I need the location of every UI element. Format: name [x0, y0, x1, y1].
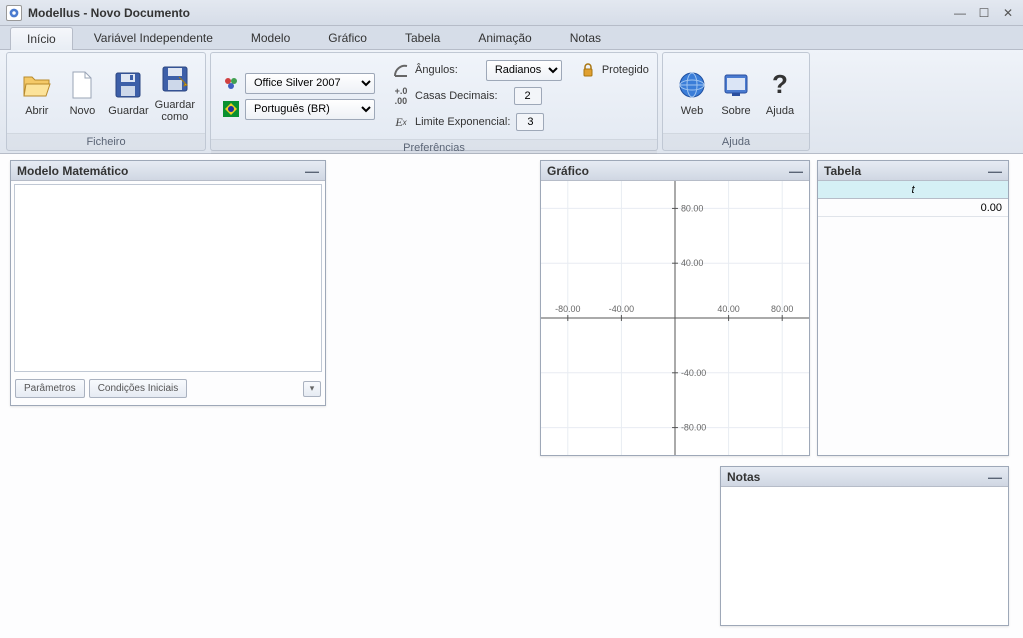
panel-modelo-matematico: Modelo Matemático — Parâmetros Condições… [10, 160, 326, 406]
limite-exponencial-label: Limite Exponencial: [415, 116, 510, 128]
save-as-icon [159, 63, 191, 95]
tab-modelo[interactable]: Modelo [234, 26, 307, 49]
panel-header-notas[interactable]: Notas — [721, 467, 1008, 487]
sobre-label: Sobre [721, 105, 750, 117]
tab-variavel-independente[interactable]: Variável Independente [77, 26, 230, 49]
guardar-como-label: Guardar como [155, 99, 195, 123]
folder-open-icon [21, 69, 53, 101]
casas-decimais-label: Casas Decimais: [415, 90, 498, 102]
maximize-button[interactable]: ☐ [975, 5, 993, 21]
panel-header-grafico[interactable]: Gráfico — [541, 161, 809, 181]
theme-select[interactable]: Office Silver 2007 [245, 73, 375, 94]
new-document-icon [66, 69, 98, 101]
condicoes-iniciais-button[interactable]: Condições Iniciais [89, 379, 188, 398]
app-icon [6, 5, 22, 21]
novo-label: Novo [70, 105, 96, 117]
ribbon-group-preferencias: Office Silver 2007 Português (BR) Ângulo… [210, 52, 658, 151]
notas-editor[interactable] [721, 487, 1008, 625]
ribbon-tabs: Início Variável Independente Modelo Gráf… [0, 26, 1023, 50]
dropdown-icon[interactable]: ▾ [303, 381, 321, 397]
angulos-select[interactable]: Radianos [486, 60, 562, 81]
tab-inicio[interactable]: Início [10, 27, 73, 50]
ribbon-group-ficheiro: Abrir Novo Guardar Guardar como [6, 52, 206, 151]
ribbon: Abrir Novo Guardar Guardar como [0, 50, 1023, 154]
panel-minimize-notas[interactable]: — [988, 469, 1002, 485]
panel-notas: Notas — [720, 466, 1009, 626]
window-controls: — ☐ ✕ [951, 5, 1017, 21]
sobre-button[interactable]: Sobre [715, 57, 757, 129]
modelo-editor[interactable] [14, 184, 322, 372]
tab-grafico[interactable]: Gráfico [311, 26, 384, 49]
svg-text:40.00: 40.00 [717, 304, 739, 314]
flag-br-icon [223, 101, 239, 117]
tab-animacao[interactable]: Animação [461, 26, 548, 49]
svg-text:-80.00: -80.00 [555, 304, 580, 314]
abrir-label: Abrir [25, 105, 48, 117]
title-bar: Modellus - Novo Documento — ☐ ✕ [0, 0, 1023, 26]
svg-text:80.00: 80.00 [681, 203, 703, 213]
panel-minimize-tabela[interactable]: — [988, 163, 1002, 179]
svg-text:-40.00: -40.00 [609, 304, 634, 314]
panel-title-modelo: Modelo Matemático [17, 164, 128, 178]
abrir-button[interactable]: Abrir [15, 57, 59, 129]
panel-header-tabela[interactable]: Tabela — [818, 161, 1008, 181]
ajuda-label: Ajuda [766, 105, 794, 117]
angulos-label: Ângulos: [415, 64, 458, 76]
svg-text:40.00: 40.00 [681, 258, 703, 268]
theme-icon [223, 75, 239, 91]
chart-area[interactable]: -80.00 -40.00 40.00 80.00 -80.00 -40.00 40.00 8… [541, 181, 809, 455]
workspace: Modelo Matemático — Parâmetros Condições… [0, 154, 1023, 638]
casas-decimais-input[interactable] [514, 87, 542, 105]
panel-header-modelo[interactable]: Modelo Matemático — [11, 161, 325, 181]
parametros-button[interactable]: Parâmetros [15, 379, 85, 398]
save-icon [112, 69, 144, 101]
about-icon [720, 69, 752, 101]
panel-title-tabela: Tabela [824, 164, 861, 178]
decimals-icon: +.0.00 [393, 88, 409, 104]
guardar-como-button[interactable]: Guardar como [153, 57, 197, 129]
guardar-button[interactable]: Guardar [106, 57, 150, 129]
angle-icon [393, 62, 409, 78]
table-column-header[interactable]: t [818, 181, 1008, 199]
group-label-ajuda: Ajuda [663, 133, 809, 150]
svg-text:80.00: 80.00 [771, 304, 793, 314]
svg-text:-40.00: -40.00 [681, 368, 706, 378]
panel-grafico: Gráfico — -80.00 -40.00 40.00 80.00 -80.00 -4… [540, 160, 810, 456]
ajuda-button[interactable]: ? Ajuda [759, 57, 801, 129]
panel-minimize-grafico[interactable]: — [789, 163, 803, 179]
protegido-toggle[interactable]: Protegido [580, 59, 649, 81]
limite-exponencial-input[interactable] [516, 113, 544, 131]
tab-notas[interactable]: Notas [553, 26, 618, 49]
guardar-label: Guardar [108, 105, 148, 117]
table-row[interactable]: 0.00 [818, 199, 1008, 217]
panel-tabela: Tabela — t 0.00 [817, 160, 1009, 456]
language-select[interactable]: Português (BR) [245, 99, 375, 120]
panel-title-notas: Notas [727, 470, 760, 484]
web-button[interactable]: Web [671, 57, 713, 129]
protegido-label: Protegido [602, 64, 649, 76]
novo-button[interactable]: Novo [61, 57, 105, 129]
svg-text:-80.00: -80.00 [681, 423, 706, 433]
help-icon: ? [764, 69, 796, 101]
close-button[interactable]: ✕ [999, 5, 1017, 21]
panel-title-grafico: Gráfico [547, 164, 589, 178]
exponent-icon: Ex [393, 114, 409, 130]
globe-icon [676, 69, 708, 101]
ribbon-group-ajuda: Web Sobre ? Ajuda Ajuda [662, 52, 810, 151]
window-title: Modellus - Novo Documento [28, 6, 190, 20]
svg-text:?: ? [772, 69, 788, 99]
group-label-ficheiro: Ficheiro [7, 133, 205, 150]
web-label: Web [681, 105, 703, 117]
minimize-button[interactable]: — [951, 5, 969, 21]
tab-tabela[interactable]: Tabela [388, 26, 457, 49]
lock-icon [580, 62, 596, 78]
panel-minimize-modelo[interactable]: — [305, 163, 319, 179]
chart-svg: -80.00 -40.00 40.00 80.00 -80.00 -40.00 40.00 8… [541, 181, 809, 455]
